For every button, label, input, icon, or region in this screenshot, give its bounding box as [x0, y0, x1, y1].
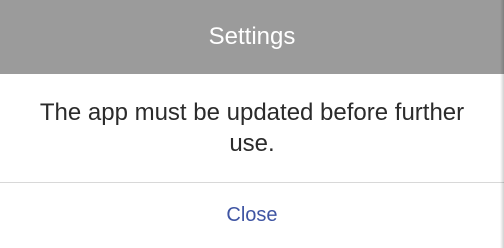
dialog-title: Settings [208, 23, 296, 50]
dialog-body: The app must be updated before further u… [0, 74, 504, 182]
close-button[interactable]: Close [206, 196, 297, 235]
dialog-header: Settings [0, 0, 504, 74]
update-required-dialog: Settings The app must be updated before … [0, 0, 504, 248]
dialog-edge-shadow [500, 0, 504, 248]
dialog-message: The app must be updated before further u… [39, 99, 465, 157]
dialog-footer: Close [0, 183, 504, 248]
